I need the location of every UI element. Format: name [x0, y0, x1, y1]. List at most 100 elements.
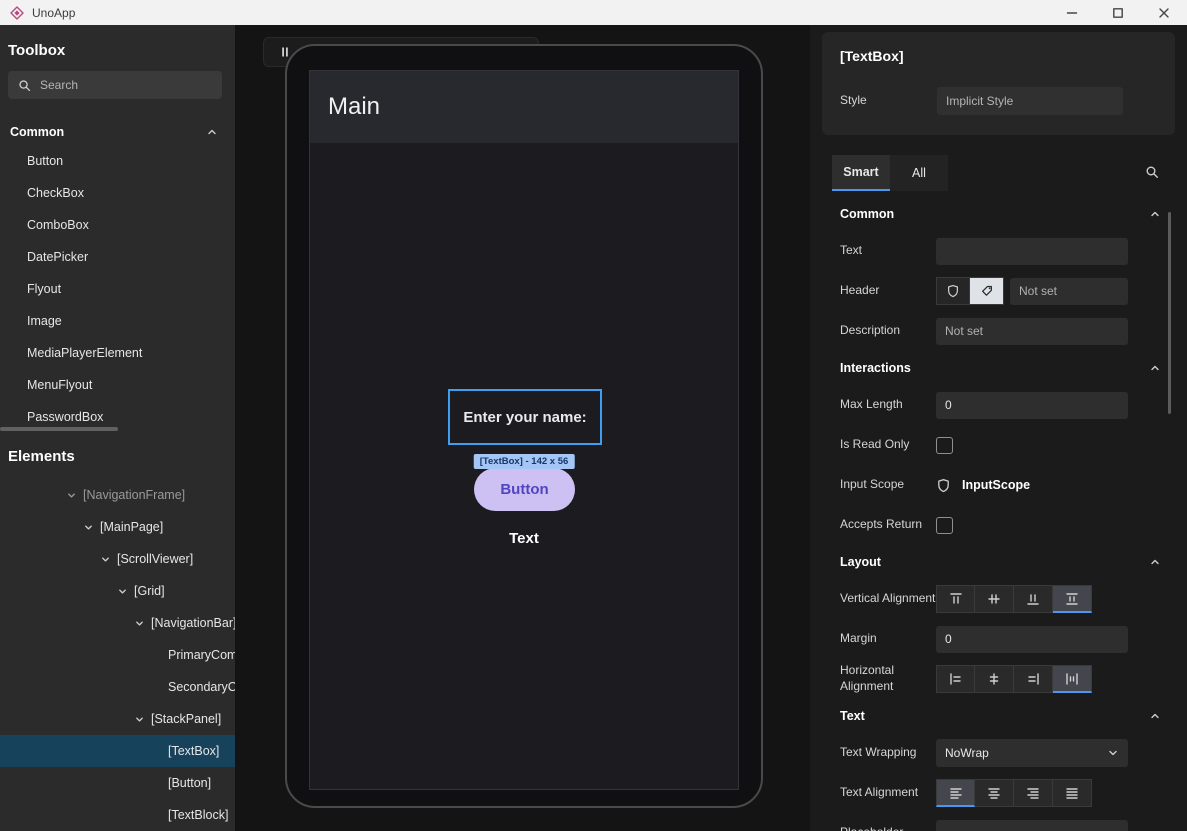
text-align-justify-icon[interactable] [1053, 779, 1092, 807]
properties-scrollbar[interactable] [1168, 212, 1171, 414]
properties-panel: [TextBox] Style Smart All Common Text He… [810, 25, 1187, 831]
margin-input[interactable] [936, 626, 1128, 653]
shield-icon [936, 478, 951, 493]
property-tabs: Smart All [832, 155, 948, 191]
toolbox-item-mediaplayerelement[interactable]: MediaPlayerElement [0, 337, 235, 369]
accepts-return-checkbox[interactable] [936, 517, 953, 534]
input-scope-label: Input Scope [840, 477, 936, 493]
align-horizontal-center-icon[interactable] [975, 665, 1014, 693]
section-common-label: Common [10, 125, 64, 139]
tree-item-navigationbar[interactable]: [NavigationBar] [0, 607, 235, 639]
chevron-down-icon[interactable] [66, 490, 78, 501]
header-property-input[interactable] [1010, 278, 1128, 305]
tree-item-button[interactable]: [Button] [0, 767, 235, 799]
toolbox-item-flyout[interactable]: Flyout [0, 273, 235, 305]
toolbox-item-menuflyout[interactable]: MenuFlyout [0, 369, 235, 401]
section-common-label: Common [840, 207, 894, 221]
chevron-down-icon[interactable] [134, 618, 146, 629]
app-preview-screen: Main Enter your name: [TextBox] - 142 x … [309, 70, 739, 790]
toolbox-item-image[interactable]: Image [0, 305, 235, 337]
placeholder-input[interactable] [936, 820, 1128, 831]
tree-item-navigationframe[interactable]: [NavigationFrame] [0, 479, 235, 511]
search-input[interactable] [40, 78, 213, 92]
description-property-label: Description [840, 323, 936, 339]
align-top-icon[interactable] [936, 585, 975, 613]
tab-all[interactable]: All [890, 155, 948, 191]
tree-item-grid[interactable]: [Grid] [0, 575, 235, 607]
preview-button[interactable]: Button [474, 468, 575, 511]
section-common[interactable]: Common [810, 197, 1187, 231]
chevron-up-icon[interactable] [1149, 556, 1161, 568]
section-layout[interactable]: Layout [810, 545, 1187, 579]
tree-item-textbox-selected[interactable]: [TextBox] [0, 735, 235, 767]
tree-item-label: [NavigationBar] [151, 616, 235, 630]
text-align-left-icon[interactable] [936, 779, 975, 807]
placeholder-row: Placeholder [810, 813, 1187, 831]
chevron-up-icon[interactable] [1149, 208, 1161, 220]
max-length-input[interactable] [936, 392, 1128, 419]
chevron-up-icon[interactable] [1149, 362, 1161, 374]
toolbox-item-combobox[interactable]: ComboBox [0, 209, 235, 241]
margin-row: Margin [810, 619, 1187, 659]
toolbox-item-button[interactable]: Button [0, 145, 235, 177]
tree-item-secondarycommands[interactable]: SecondaryCo [0, 671, 235, 703]
chevron-down-icon[interactable] [100, 554, 112, 565]
text-property-input[interactable] [936, 238, 1128, 265]
selection-size-badge: [TextBox] - 142 x 56 [474, 454, 575, 469]
close-button[interactable] [1141, 0, 1187, 25]
search-icon [17, 78, 32, 93]
vertical-alignment-label: Vertical Alignment [840, 591, 936, 607]
is-read-only-checkbox[interactable] [936, 437, 953, 454]
align-vertical-center-icon[interactable] [975, 585, 1014, 613]
margin-label: Margin [840, 631, 936, 647]
chevron-down-icon[interactable] [83, 522, 95, 533]
align-bottom-icon[interactable] [1014, 585, 1053, 613]
tree-item-stackpanel[interactable]: [StackPanel] [0, 703, 235, 735]
minimize-button[interactable] [1049, 0, 1095, 25]
maximize-button[interactable] [1095, 0, 1141, 25]
preview-textbox-selected[interactable]: Enter your name: [448, 389, 602, 445]
input-scope-value: InputScope [962, 478, 1030, 492]
elements-title: Elements [8, 447, 227, 467]
chevron-up-icon[interactable] [206, 126, 218, 138]
toolbox-section-common[interactable]: Common [0, 119, 235, 145]
tree-item-label: [Grid] [134, 584, 165, 598]
input-scope-row: Input Scope InputScope [810, 465, 1187, 505]
tree-item-label: SecondaryCo [168, 680, 235, 694]
style-input[interactable] [937, 87, 1123, 115]
align-left-icon[interactable] [936, 665, 975, 693]
text-property-row: Text [810, 231, 1187, 271]
input-scope-button[interactable]: InputScope [936, 478, 1030, 493]
toolbox-item-checkbox[interactable]: CheckBox [0, 177, 235, 209]
section-text[interactable]: Text [810, 699, 1187, 733]
chevron-down-icon[interactable] [117, 586, 129, 597]
text-align-right-icon[interactable] [1014, 779, 1053, 807]
description-property-input[interactable] [936, 318, 1128, 345]
align-horizontal-stretch-icon[interactable] [1053, 665, 1092, 693]
text-align-center-icon[interactable] [975, 779, 1014, 807]
tag-toggle-icon[interactable] [970, 277, 1004, 305]
text-wrapping-dropdown[interactable]: NoWrap [936, 739, 1128, 767]
tree-item-mainpage[interactable]: [MainPage] [0, 511, 235, 543]
preview-textblock[interactable]: Text [310, 530, 738, 547]
selected-element-card: [TextBox] Style [822, 32, 1175, 135]
toolbox-searchbox[interactable] [8, 71, 222, 99]
max-length-row: Max Length [810, 385, 1187, 425]
properties-search-icon[interactable] [1144, 164, 1160, 180]
tree-item-textblock[interactable]: [TextBlock] [0, 799, 235, 831]
vertical-alignment-group [936, 585, 1092, 613]
chevron-up-icon[interactable] [1149, 710, 1161, 722]
tree-item-primarycommands[interactable]: PrimaryComm [0, 639, 235, 671]
align-vertical-stretch-icon[interactable] [1053, 585, 1092, 613]
tree-item-label: [TextBox] [168, 744, 219, 758]
chevron-down-icon [1107, 747, 1119, 759]
shield-toggle-icon[interactable] [936, 277, 970, 305]
toolbox-horizontal-scrollbar[interactable] [0, 427, 118, 431]
align-right-icon[interactable] [1014, 665, 1053, 693]
section-interactions[interactable]: Interactions [810, 351, 1187, 385]
toolbox-item-datepicker[interactable]: DatePicker [0, 241, 235, 273]
tab-smart[interactable]: Smart [832, 155, 890, 191]
vertical-alignment-row: Vertical Alignment [810, 579, 1187, 619]
tree-item-scrollviewer[interactable]: [ScrollViewer] [0, 543, 235, 575]
chevron-down-icon[interactable] [134, 714, 146, 725]
